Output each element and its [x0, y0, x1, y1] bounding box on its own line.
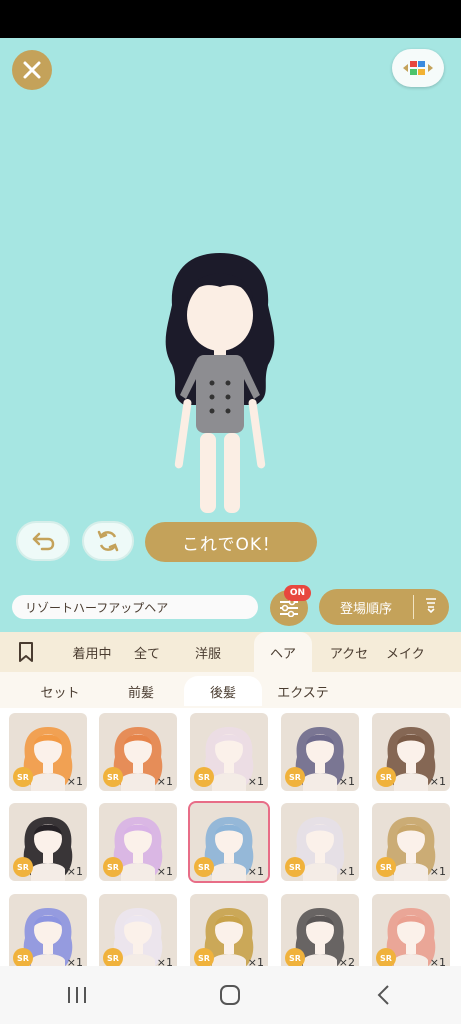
- item-count: ×1: [338, 775, 355, 788]
- avatar-stage: [0, 38, 461, 580]
- hair-item-card[interactable]: SR ×1: [9, 894, 87, 966]
- rotate-icon: [97, 530, 119, 552]
- close-button[interactable]: [12, 50, 52, 90]
- item-count: ×1: [338, 865, 355, 878]
- close-icon: [23, 61, 41, 79]
- home-icon: [220, 985, 241, 1005]
- sort-direction-icon[interactable]: [414, 597, 448, 617]
- rarity-badge: SR: [13, 857, 33, 877]
- rarity-badge: SR: [13, 767, 33, 787]
- recent-apps-button[interactable]: [47, 975, 107, 1015]
- hair-item-card[interactable]: SR ×1: [99, 894, 177, 966]
- color-blocks-icon: [403, 61, 433, 75]
- hair-item-card[interactable]: SR ×1: [99, 803, 177, 881]
- item-count: ×1: [66, 775, 83, 788]
- hair-item-card[interactable]: SR ×1: [281, 803, 359, 881]
- hair-item-card[interactable]: SR ×1: [372, 803, 450, 881]
- item-name-field: リゾートハーフアップヘア: [12, 595, 258, 619]
- rarity-badge: SR: [285, 948, 305, 966]
- switch-view-button[interactable]: [392, 49, 444, 87]
- hair-item-card[interactable]: SR ×1: [372, 713, 450, 791]
- item-grid: SR ×1 SR ×1 SR ×1 SR ×1 SR ×1 SR ×1 SR ×1 SR ×1 SR ×1 SR ×1…: [0, 708, 461, 966]
- item-count: ×1: [247, 775, 264, 788]
- filter-on-badge: ON: [284, 585, 311, 601]
- hair-item-card[interactable]: SR ×1: [190, 894, 268, 966]
- rarity-badge: SR: [285, 767, 305, 787]
- recent-apps-icon: [67, 987, 86, 1003]
- hair-item-card[interactable]: SR ×1: [372, 894, 450, 966]
- hair-item-card[interactable]: SR ×1: [188, 801, 270, 883]
- sliders-icon: [280, 599, 298, 617]
- bookmark-icon: [19, 642, 33, 662]
- status-bar: [0, 0, 461, 38]
- rarity-badge: SR: [103, 948, 123, 966]
- subtab-set[interactable]: セット: [20, 676, 100, 706]
- item-count: ×2: [338, 956, 355, 966]
- item-count: ×1: [156, 775, 173, 788]
- hair-item-card[interactable]: SR ×1: [99, 713, 177, 791]
- item-count: ×1: [66, 956, 83, 966]
- rarity-badge: SR: [376, 948, 396, 966]
- back-icon: [377, 985, 389, 1005]
- hair-item-card[interactable]: SR ×1: [9, 713, 87, 791]
- item-count: ×1: [156, 956, 173, 966]
- rarity-badge: SR: [194, 948, 214, 966]
- tab-all[interactable]: 全て: [132, 632, 162, 672]
- tab-wearing[interactable]: 着用中: [52, 632, 132, 672]
- tab-bookmark[interactable]: [0, 632, 52, 672]
- hair-sub-tabs: セット 前髪 後髪 エクステ: [0, 672, 461, 708]
- tab-hair[interactable]: ヘア: [254, 632, 312, 672]
- home-button[interactable]: [200, 975, 260, 1015]
- item-count: ×1: [156, 865, 173, 878]
- rotate-button[interactable]: [82, 521, 134, 561]
- category-tabs: 着用中 全て 洋服 ヘア アクセ メイク: [0, 632, 461, 672]
- rarity-badge: SR: [285, 857, 305, 877]
- item-count: ×1: [247, 956, 264, 966]
- rarity-badge: SR: [103, 857, 123, 877]
- rarity-badge: SR: [13, 948, 33, 966]
- item-count: ×1: [247, 865, 264, 878]
- undo-icon: [32, 532, 55, 551]
- undo-button[interactable]: [16, 521, 70, 561]
- rarity-badge: SR: [376, 767, 396, 787]
- rarity-badge: SR: [194, 767, 214, 787]
- item-count: ×1: [66, 865, 83, 878]
- item-count: ×1: [429, 775, 446, 788]
- rarity-badge: SR: [103, 767, 123, 787]
- rarity-badge: SR: [194, 857, 214, 877]
- sort-order-button[interactable]: 登場順序: [319, 589, 449, 625]
- tab-accessories[interactable]: アクセ: [312, 632, 386, 672]
- hair-item-card[interactable]: SR ×2: [281, 894, 359, 966]
- back-button[interactable]: [354, 975, 414, 1015]
- system-nav-bar: [0, 966, 461, 1024]
- hair-item-card[interactable]: SR ×1: [190, 713, 268, 791]
- tab-makeup[interactable]: メイク: [386, 632, 436, 672]
- confirm-ok-button[interactable]: これでOK！: [145, 522, 317, 562]
- hair-item-card[interactable]: SR ×1: [281, 713, 359, 791]
- subtab-bangs[interactable]: 前髪: [100, 676, 182, 706]
- tab-clothes[interactable]: 洋服: [162, 632, 254, 672]
- item-count: ×1: [429, 956, 446, 966]
- rarity-badge: SR: [376, 857, 396, 877]
- avatar-character: [165, 253, 275, 513]
- sort-order-label: 登場順序: [339, 601, 392, 617]
- hair-item-card[interactable]: SR ×1: [9, 803, 87, 881]
- subtab-back-hair[interactable]: 後髪: [184, 676, 262, 706]
- subtab-extensions[interactable]: エクステ: [262, 676, 344, 706]
- item-count: ×1: [429, 865, 446, 878]
